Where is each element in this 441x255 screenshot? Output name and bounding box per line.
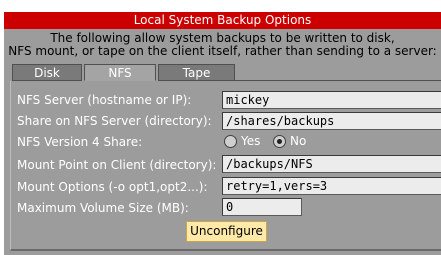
max-volume-label: Maximum Volume Size (MB): bbox=[17, 201, 189, 215]
description-line-2: NFS mount, or tape on the client itself,… bbox=[8, 44, 437, 58]
nfs-v4-label: NFS Version 4 Share: bbox=[17, 135, 143, 149]
tab-tape[interactable]: Tape bbox=[158, 64, 235, 81]
nfs-v4-no-label: No bbox=[290, 134, 307, 148]
share-directory-input[interactable]: /shares/backups bbox=[222, 112, 441, 130]
mount-options-input[interactable]: retry=1,vers=3 bbox=[222, 177, 441, 195]
tab-nfs[interactable]: NFS bbox=[84, 64, 156, 81]
dialog-title: Local System Backup Options bbox=[4, 12, 441, 29]
share-directory-label: Share on NFS Server (directory): bbox=[17, 114, 212, 128]
unconfigure-button[interactable]: Unconfigure bbox=[186, 221, 267, 242]
nfs-server-label: NFS Server (hostname or IP): bbox=[17, 93, 192, 107]
mount-point-label: Mount Point on Client (directory): bbox=[17, 158, 217, 172]
tab-disk[interactable]: Disk bbox=[12, 64, 82, 81]
nfs-v4-yes-radio[interactable] bbox=[224, 135, 237, 148]
nfs-server-input[interactable]: mickey bbox=[222, 91, 441, 109]
description-line-1: The following allow system backups to be… bbox=[50, 31, 395, 45]
mount-options-label: Mount Options (-o opt1,opt2...): bbox=[17, 180, 208, 194]
nfs-v4-no-radio[interactable] bbox=[273, 135, 286, 148]
mount-point-input[interactable]: /backups/NFS bbox=[222, 155, 441, 173]
nfs-v4-yes-label: Yes bbox=[241, 134, 261, 148]
max-volume-input[interactable]: 0 bbox=[222, 198, 302, 216]
